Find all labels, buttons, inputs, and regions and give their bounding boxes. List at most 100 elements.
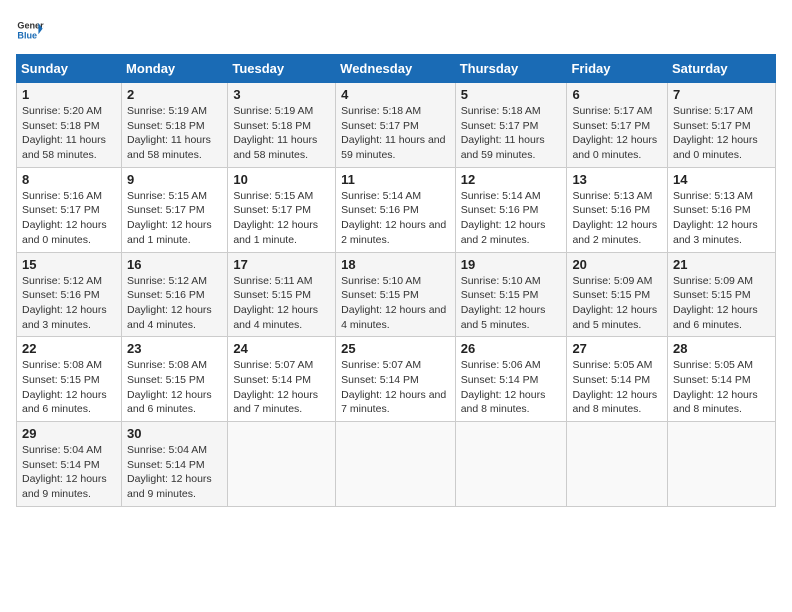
day-number: 28: [673, 341, 770, 356]
day-info: Sunrise: 5:16 AMSunset: 5:17 PMDaylight:…: [22, 189, 116, 248]
calendar-cell: 18 Sunrise: 5:10 AMSunset: 5:15 PMDayligh…: [336, 252, 456, 337]
day-info: Sunrise: 5:05 AMSunset: 5:14 PMDaylight:…: [572, 358, 662, 417]
calendar-cell: [336, 422, 456, 507]
weekday-header-wednesday: Wednesday: [336, 55, 456, 83]
calendar-cell: 10 Sunrise: 5:15 AMSunset: 5:17 PMDayligh…: [228, 167, 336, 252]
day-number: 16: [127, 257, 222, 272]
day-number: 29: [22, 426, 116, 441]
logo: General Blue: [16, 16, 44, 44]
day-info: Sunrise: 5:14 AMSunset: 5:16 PMDaylight:…: [341, 189, 450, 248]
calendar-cell: 8 Sunrise: 5:16 AMSunset: 5:17 PMDaylight…: [17, 167, 122, 252]
weekday-header-sunday: Sunday: [17, 55, 122, 83]
day-info: Sunrise: 5:18 AMSunset: 5:17 PMDaylight:…: [341, 104, 450, 163]
calendar-row: 15 Sunrise: 5:12 AMSunset: 5:16 PMDayligh…: [17, 252, 776, 337]
calendar-cell: 13 Sunrise: 5:13 AMSunset: 5:16 PMDayligh…: [567, 167, 668, 252]
day-number: 9: [127, 172, 222, 187]
calendar-cell: 11 Sunrise: 5:14 AMSunset: 5:16 PMDayligh…: [336, 167, 456, 252]
day-number: 8: [22, 172, 116, 187]
day-info: Sunrise: 5:15 AMSunset: 5:17 PMDaylight:…: [233, 189, 330, 248]
day-info: Sunrise: 5:11 AMSunset: 5:15 PMDaylight:…: [233, 274, 330, 333]
calendar-header: SundayMondayTuesdayWednesdayThursdayFrid…: [17, 55, 776, 83]
calendar-table: SundayMondayTuesdayWednesdayThursdayFrid…: [16, 54, 776, 507]
calendar-cell: 15Sunrise: 5:12 AMSunset: 5:16 PMDayligh…: [17, 252, 122, 337]
day-number: 27: [572, 341, 662, 356]
calendar-row: 8 Sunrise: 5:16 AMSunset: 5:17 PMDaylight…: [17, 167, 776, 252]
day-info: Sunrise: 5:18 AMSunset: 5:17 PMDaylight:…: [461, 104, 562, 163]
day-info: Sunrise: 5:06 AMSunset: 5:14 PMDaylight:…: [461, 358, 562, 417]
day-number: 6: [572, 87, 662, 102]
calendar-cell: 16 Sunrise: 5:12 AMSunset: 5:16 PMDayligh…: [122, 252, 228, 337]
day-info: Sunrise: 5:05 AMSunset: 5:14 PMDaylight:…: [673, 358, 770, 417]
day-number: 19: [461, 257, 562, 272]
calendar-cell: 24 Sunrise: 5:07 AMSunset: 5:14 PMDayligh…: [228, 337, 336, 422]
calendar-cell: 27 Sunrise: 5:05 AMSunset: 5:14 PMDayligh…: [567, 337, 668, 422]
day-info: Sunrise: 5:08 AMSunset: 5:15 PMDaylight:…: [22, 358, 116, 417]
calendar-cell: 19 Sunrise: 5:10 AMSunset: 5:15 PMDayligh…: [455, 252, 567, 337]
day-number: 15: [22, 257, 116, 272]
day-number: 20: [572, 257, 662, 272]
day-info: Sunrise: 5:17 AMSunset: 5:17 PMDaylight:…: [572, 104, 662, 163]
day-info: Sunrise: 5:15 AMSunset: 5:17 PMDaylight:…: [127, 189, 222, 248]
day-number: 21: [673, 257, 770, 272]
calendar-cell: 7Sunrise: 5:17 AMSunset: 5:17 PMDaylight…: [668, 83, 776, 168]
day-number: 7: [673, 87, 770, 102]
calendar-cell: 9 Sunrise: 5:15 AMSunset: 5:17 PMDaylight…: [122, 167, 228, 252]
day-number: 5: [461, 87, 562, 102]
day-number: 24: [233, 341, 330, 356]
calendar-cell: 22 Sunrise: 5:08 AMSunset: 5:15 PMDayligh…: [17, 337, 122, 422]
day-number: 22: [22, 341, 116, 356]
weekday-header-friday: Friday: [567, 55, 668, 83]
calendar-cell: 21 Sunrise: 5:09 AMSunset: 5:15 PMDayligh…: [668, 252, 776, 337]
day-info: Sunrise: 5:19 AMSunset: 5:18 PMDaylight:…: [127, 104, 222, 163]
day-number: 12: [461, 172, 562, 187]
day-number: 3: [233, 87, 330, 102]
weekday-header-monday: Monday: [122, 55, 228, 83]
day-number: 4: [341, 87, 450, 102]
day-info: Sunrise: 5:07 AMSunset: 5:14 PMDaylight:…: [233, 358, 330, 417]
calendar-cell: [668, 422, 776, 507]
day-info: Sunrise: 5:10 AMSunset: 5:15 PMDaylight:…: [461, 274, 562, 333]
day-info: Sunrise: 5:09 AMSunset: 5:15 PMDaylight:…: [673, 274, 770, 333]
calendar-cell: 29 Sunrise: 5:04 AMSunset: 5:14 PMDayligh…: [17, 422, 122, 507]
calendar-cell: [228, 422, 336, 507]
day-info: Sunrise: 5:04 AMSunset: 5:14 PMDaylight:…: [127, 443, 222, 502]
day-info: Sunrise: 5:12 AMSunset: 5:16 PMDaylight:…: [127, 274, 222, 333]
day-info: Sunrise: 5:10 AMSunset: 5:15 PMDaylight:…: [341, 274, 450, 333]
calendar-cell: 26 Sunrise: 5:06 AMSunset: 5:14 PMDayligh…: [455, 337, 567, 422]
day-info: Sunrise: 5:09 AMSunset: 5:15 PMDaylight:…: [572, 274, 662, 333]
calendar-cell: 6 Sunrise: 5:17 AMSunset: 5:17 PMDaylight…: [567, 83, 668, 168]
calendar-row: 29 Sunrise: 5:04 AMSunset: 5:14 PMDayligh…: [17, 422, 776, 507]
calendar-cell: 14Sunrise: 5:13 AMSunset: 5:16 PMDayligh…: [668, 167, 776, 252]
calendar-cell: 23 Sunrise: 5:08 AMSunset: 5:15 PMDayligh…: [122, 337, 228, 422]
day-number: 25: [341, 341, 450, 356]
day-number: 11: [341, 172, 450, 187]
day-info: Sunrise: 5:07 AMSunset: 5:14 PMDaylight:…: [341, 358, 450, 417]
weekday-header-tuesday: Tuesday: [228, 55, 336, 83]
calendar-body: 1 Sunrise: 5:20 AMSunset: 5:18 PMDaylight…: [17, 83, 776, 507]
day-number: 23: [127, 341, 222, 356]
day-number: 1: [22, 87, 116, 102]
calendar-cell: 1 Sunrise: 5:20 AMSunset: 5:18 PMDaylight…: [17, 83, 122, 168]
page-header: General Blue: [16, 16, 776, 44]
day-number: 26: [461, 341, 562, 356]
day-info: Sunrise: 5:14 AMSunset: 5:16 PMDaylight:…: [461, 189, 562, 248]
calendar-cell: 12 Sunrise: 5:14 AMSunset: 5:16 PMDayligh…: [455, 167, 567, 252]
calendar-cell: 17Sunrise: 5:11 AMSunset: 5:15 PMDayligh…: [228, 252, 336, 337]
day-info: Sunrise: 5:08 AMSunset: 5:15 PMDaylight:…: [127, 358, 222, 417]
day-info: Sunrise: 5:13 AMSunset: 5:16 PMDaylight:…: [572, 189, 662, 248]
day-number: 18: [341, 257, 450, 272]
weekday-header-thursday: Thursday: [455, 55, 567, 83]
day-number: 14: [673, 172, 770, 187]
day-number: 10: [233, 172, 330, 187]
day-number: 13: [572, 172, 662, 187]
calendar-cell: [567, 422, 668, 507]
day-info: Sunrise: 5:04 AMSunset: 5:14 PMDaylight:…: [22, 443, 116, 502]
calendar-cell: 30 Sunrise: 5:04 AMSunset: 5:14 PMDayligh…: [122, 422, 228, 507]
logo-icon: General Blue: [16, 16, 44, 44]
day-number: 2: [127, 87, 222, 102]
day-number: 30: [127, 426, 222, 441]
day-info: Sunrise: 5:20 AMSunset: 5:18 PMDaylight:…: [22, 104, 116, 163]
calendar-cell: 3Sunrise: 5:19 AMSunset: 5:18 PMDaylight…: [228, 83, 336, 168]
calendar-cell: 5 Sunrise: 5:18 AMSunset: 5:17 PMDaylight…: [455, 83, 567, 168]
calendar-row: 1 Sunrise: 5:20 AMSunset: 5:18 PMDaylight…: [17, 83, 776, 168]
